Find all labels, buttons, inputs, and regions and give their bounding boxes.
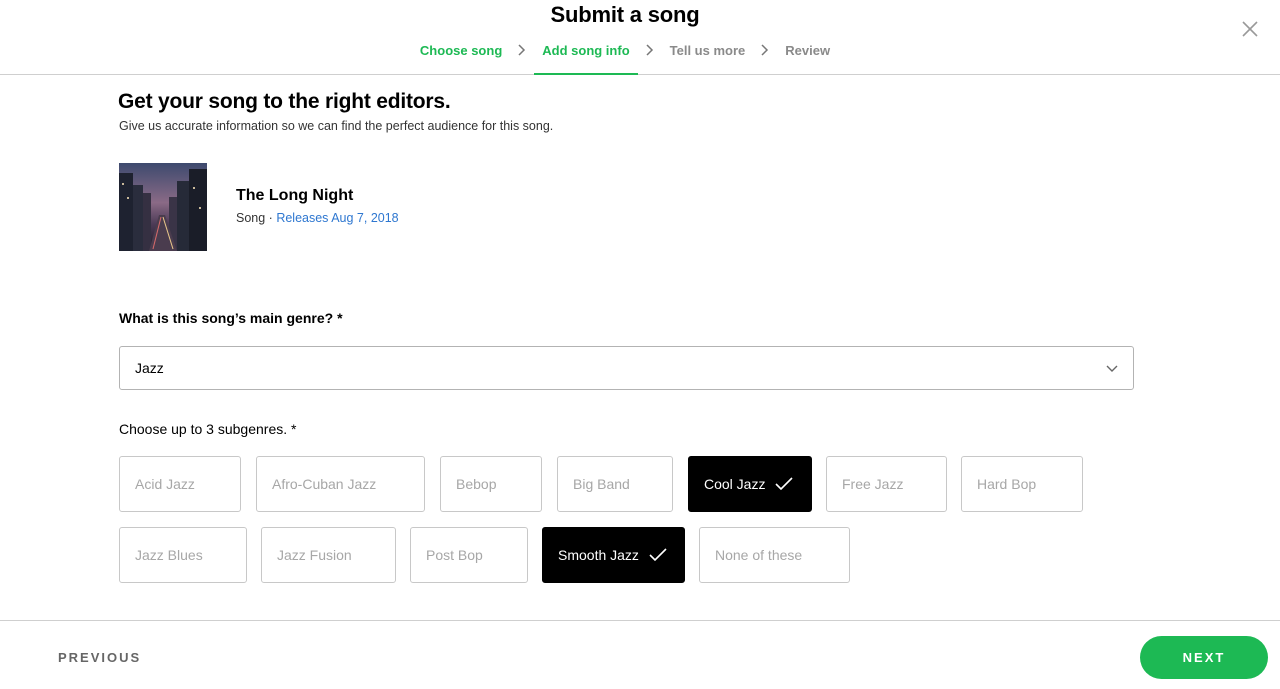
check-icon bbox=[649, 548, 667, 562]
check-icon bbox=[775, 477, 794, 491]
step-review: Review bbox=[785, 42, 831, 58]
chip-label: Jazz Fusion bbox=[277, 547, 352, 563]
chip-label: Bebop bbox=[456, 476, 497, 492]
subgenre-chip-hard-bop[interactable]: Hard Bop bbox=[961, 456, 1083, 512]
section-subheading: Give us accurate information so we can f… bbox=[119, 119, 554, 133]
chip-label: Big Band bbox=[573, 476, 630, 492]
close-icon[interactable] bbox=[1239, 18, 1261, 40]
chevron-right-icon bbox=[518, 44, 526, 56]
subgenre-chip-acid-jazz[interactable]: Acid Jazz bbox=[119, 456, 241, 512]
meta-separator: · bbox=[265, 211, 277, 225]
chip-label: Acid Jazz bbox=[135, 476, 195, 492]
step-choose-song[interactable]: Choose song bbox=[420, 43, 502, 58]
subgenre-chip-smooth-jazz[interactable]: Smooth Jazz bbox=[542, 527, 685, 583]
subgenre-chip-free-jazz[interactable]: Free Jazz bbox=[826, 456, 947, 512]
subgenre-chip-post-bop[interactable]: Post Bop bbox=[410, 527, 528, 583]
chip-label: Post Bop bbox=[426, 547, 483, 563]
subgenre-chip-afro-cuban-jazz[interactable]: Afro-Cuban Jazz bbox=[256, 456, 425, 512]
chevron-right-icon bbox=[761, 44, 769, 56]
chip-label: Cool Jazz bbox=[704, 476, 766, 492]
chevron-down-icon bbox=[1106, 365, 1118, 372]
chip-label: Jazz Blues bbox=[135, 547, 203, 563]
subgenre-chip-none-of-these[interactable]: None of these bbox=[699, 527, 850, 583]
chip-label: None of these bbox=[715, 547, 803, 563]
genre-select-value: Jazz bbox=[135, 360, 164, 376]
genre-question: What is this song’s main genre? * bbox=[119, 310, 343, 326]
chip-label: Smooth Jazz bbox=[558, 547, 639, 563]
subgenre-chip-jazz-fusion[interactable]: Jazz Fusion bbox=[261, 527, 396, 583]
album-cover bbox=[119, 163, 207, 251]
subgenre-chip-big-band[interactable]: Big Band bbox=[557, 456, 673, 512]
subgenre-question: Choose up to 3 subgenres. * bbox=[119, 421, 297, 437]
song-meta: Song · Releases Aug 7, 2018 bbox=[236, 211, 399, 225]
subgenre-chip-cool-jazz[interactable]: Cool Jazz bbox=[688, 456, 812, 512]
chip-label: Free Jazz bbox=[842, 476, 904, 492]
song-title: The Long Night bbox=[236, 187, 354, 204]
subgenre-chip-jazz-blues[interactable]: Jazz Blues bbox=[119, 527, 247, 583]
genre-select[interactable]: Jazz bbox=[119, 346, 1134, 390]
next-button[interactable]: NEXT bbox=[1140, 636, 1268, 679]
previous-button[interactable]: PREVIOUS bbox=[58, 650, 141, 665]
song-type: Song bbox=[236, 211, 266, 225]
chip-label: Hard Bop bbox=[977, 476, 1037, 492]
chip-label: Afro-Cuban Jazz bbox=[272, 476, 377, 492]
header: Submit a song Choose song Add song info … bbox=[0, 0, 1280, 75]
section-heading: Get your song to the right editors. bbox=[118, 90, 451, 113]
release-date: Releases Aug 7, 2018 bbox=[276, 211, 399, 225]
footer: PREVIOUS NEXT bbox=[0, 620, 1280, 689]
city-night-artwork bbox=[119, 163, 207, 251]
stepper: Choose song Add song info Tell us more R… bbox=[0, 42, 1250, 75]
page-title: Submit a song bbox=[550, 2, 700, 27]
step-add-song-info[interactable]: Add song info bbox=[534, 43, 639, 75]
step-tell-us-more: Tell us more bbox=[669, 42, 746, 58]
subgenre-chip-bebop[interactable]: Bebop bbox=[440, 456, 542, 512]
chevron-right-icon bbox=[646, 44, 653, 56]
